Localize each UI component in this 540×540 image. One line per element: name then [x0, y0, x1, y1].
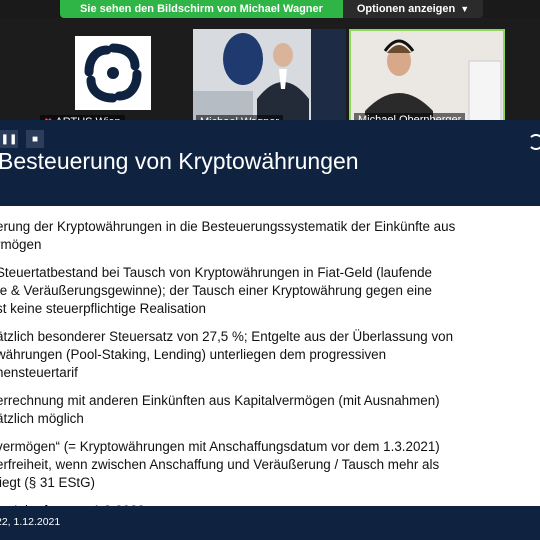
bullet-paragraph: vermögen“ (= Kryptowährungen mit Anschaf…: [0, 438, 536, 492]
bullet-line: Steuertatbestand bei Tausch von Kryptowä…: [0, 265, 432, 280]
bullet-paragraph: errechnung mit anderen Einkünften aus Ka…: [0, 392, 536, 428]
view-options-label: Optionen anzeigen: [356, 3, 456, 15]
bullet-line: te & Veräußerungsgewinne); der Tausch ei…: [0, 283, 432, 298]
bullet-line: währungen (Pool-Staking, Lending) unterl…: [0, 347, 387, 362]
participant-tile[interactable]: Michael Wagner: [193, 29, 346, 133]
bullet-line: liegt (§ 31 EStG): [0, 475, 95, 490]
chevron-down-icon: ▼: [460, 4, 470, 14]
pause-button[interactable]: ❚❚: [0, 130, 18, 148]
slide-title: Besteuerung von Kryptowährungen: [0, 148, 359, 174]
bullet-line: errechnung mit anderen Einkünften aus Ka…: [0, 393, 440, 408]
bullet-line: ätzlich besonderer Steuersatz von 27,5 %…: [0, 329, 454, 344]
slide-footer-text: 22, 1.12.2021: [0, 516, 61, 528]
bullet-paragraph: ätzlich besonderer Steuersatz von 27,5 %…: [0, 328, 536, 382]
participant-tile-active-speaker[interactable]: Michael Obernberger: [349, 29, 505, 133]
shared-presentation: ❚❚ ■ Besteuerung von Kryptowährungen eru…: [0, 120, 540, 540]
bullet-line: vermögen“ (= Kryptowährungen mit Anschaf…: [0, 439, 440, 454]
bullet-line: ätzlich möglich: [0, 411, 84, 426]
bullet-paragraph: Steuertatbestand bei Tausch von Kryptowä…: [0, 264, 536, 318]
bullet-paragraph: erung der Kryptowährungen in die Besteue…: [0, 218, 536, 254]
bullet-line: erfreiheit, wenn zwischen Anschaffung un…: [0, 457, 440, 472]
view-options-button[interactable]: Optionen anzeigen ▼: [343, 0, 483, 18]
slide-bullets: erung der Kryptowährungen in die Besteue…: [0, 218, 536, 530]
slide-header: ❚❚ ■ Besteuerung von Kryptowährungen: [0, 120, 540, 206]
bullet-line: rmögen: [0, 237, 42, 252]
logo-fragment-icon: [528, 134, 540, 150]
screen-share-message: Sie sehen den Bildschirm von Michael Wag…: [60, 0, 343, 18]
bullet-line: st keine steuerpflichtige Realisation: [0, 301, 206, 316]
bullet-line: erung der Kryptowährungen in die Besteue…: [0, 219, 456, 234]
artus-logo: [75, 36, 151, 110]
bullet-line: nensteuertarif: [0, 365, 78, 380]
participant-gallery: ✖ ARTUS Wien Michael Wagner Michael O: [0, 18, 540, 133]
slide-footer: 22, 1.12.2021: [0, 506, 540, 540]
participant-tile[interactable]: ✖ ARTUS Wien: [37, 29, 191, 133]
stop-button[interactable]: ■: [26, 130, 44, 148]
screen-share-banner: Sie sehen den Bildschirm von Michael Wag…: [60, 0, 483, 18]
